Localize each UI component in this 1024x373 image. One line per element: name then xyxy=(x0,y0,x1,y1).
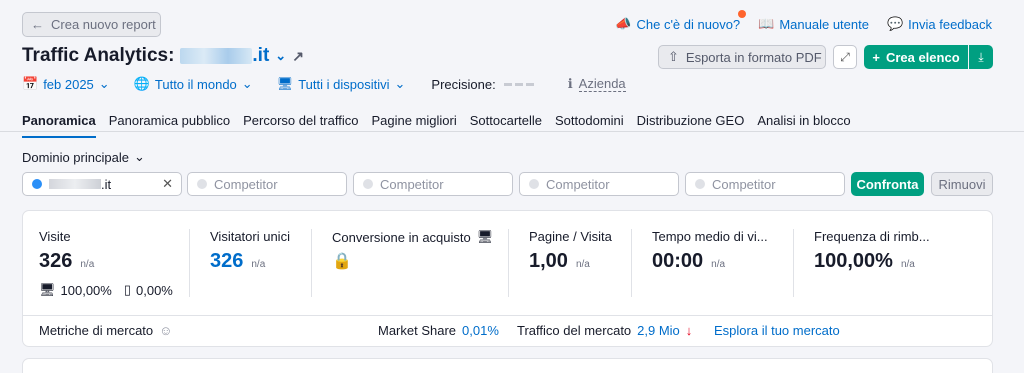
remove-button[interactable]: Rimuovi xyxy=(931,172,993,196)
competitor-input[interactable]: Competitor xyxy=(187,172,347,196)
external-link-icon[interactable]: ↗ xyxy=(292,48,304,65)
redacted-domain xyxy=(49,179,101,189)
back-button[interactable]: ← Crea nuovo report xyxy=(22,12,161,37)
domain-type-select[interactable]: Dominio principale ⌄ xyxy=(22,149,145,165)
company-filter[interactable]: ℹ Azienda xyxy=(568,76,626,92)
arrow-down-icon: ↓ xyxy=(685,323,693,338)
divider xyxy=(189,229,190,297)
redacted-domain xyxy=(180,48,253,64)
devices-filter[interactable]: 🖥 Tutti i dispositivi ⌄ xyxy=(277,76,406,92)
devices-icon: 🖥 xyxy=(276,76,294,91)
expand-button[interactable]: ⤢ xyxy=(833,45,857,69)
divider xyxy=(311,229,312,297)
back-label: Crea nuovo report xyxy=(51,17,156,32)
competitor-input[interactable]: Competitor xyxy=(353,172,513,196)
book-icon: 📖 xyxy=(758,16,775,31)
main-domain-input[interactable]: .it ✕ xyxy=(22,172,182,196)
precision-indicator: Precisione: xyxy=(431,77,534,92)
metric-visits: Visite 326 n/a 🖥 100,00% ▯ 0,00% xyxy=(39,229,173,298)
mobile-icon: ▯ xyxy=(123,282,131,297)
metric-pages-per-visit: Pagine / Visita 1,00 n/a xyxy=(529,229,612,272)
explore-market-link[interactable]: Esplora il tuo mercato xyxy=(714,323,840,338)
tab-distribuzione-geo[interactable]: Distribuzione GEO xyxy=(637,113,745,138)
metric-conversion: Conversione in acquisto 🖥 🔒 xyxy=(332,229,494,270)
arrow-left-icon: ← xyxy=(31,17,44,32)
chevron-down-icon: ⌄ xyxy=(394,76,406,91)
competitor-input[interactable]: Competitor xyxy=(685,172,845,196)
chevron-down-icon: ⌄ xyxy=(133,149,145,164)
download-icon: ⤓ xyxy=(978,49,984,64)
color-dot xyxy=(32,179,42,189)
expand-icon: ⤢ xyxy=(840,49,850,64)
market-metrics-label: Metriche di mercato ☺ xyxy=(39,323,173,338)
divider xyxy=(23,315,992,316)
export-pdf-button[interactable]: ⇧ Esporta in formato PDF xyxy=(658,45,826,69)
desktop-icon: 🖥 xyxy=(39,282,56,297)
manual-link[interactable]: 📖 Manuale utente xyxy=(758,16,869,32)
tab-sottodomini[interactable]: Sottodomini xyxy=(555,113,624,138)
divider xyxy=(793,229,794,297)
info-icon: ℹ xyxy=(567,76,573,91)
chevron-down-icon: ⌄ xyxy=(98,76,110,91)
color-dot xyxy=(197,179,207,189)
page-title: Traffic Analytics: .it ⌄ ↗ xyxy=(22,45,304,66)
metrics-card: Visite 326 n/a 🖥 100,00% ▯ 0,00% Visitatori… xyxy=(22,210,993,347)
metric-avg-time: Tempo medio di vi... 00:00 n/a xyxy=(652,229,768,272)
color-dot xyxy=(363,179,373,189)
tab-pagine-migliori[interactable]: Pagine migliori xyxy=(371,113,456,138)
plus-icon: + xyxy=(872,49,880,65)
calendar-icon: 📅 xyxy=(22,76,39,91)
chat-icon: 💬 xyxy=(886,16,904,31)
precision-bar xyxy=(503,82,534,86)
feedback-link[interactable]: 💬 Invia feedback xyxy=(887,16,992,32)
color-dot xyxy=(529,179,539,189)
metric-unique-visitors: Visitatori unici 326 n/a xyxy=(210,229,290,272)
next-section-card xyxy=(22,358,993,373)
notification-dot xyxy=(738,10,747,18)
create-list-button[interactable]: + Crea elenco xyxy=(864,45,968,69)
color-dot xyxy=(695,179,705,189)
tab-analisi-blocco[interactable]: Analisi in blocco xyxy=(757,113,850,138)
whats-new-link[interactable]: 📣 Che c'è di nuovo? xyxy=(615,10,747,32)
chevron-down-icon: ⌄ xyxy=(241,76,253,91)
market-share: Market Share 0,01% xyxy=(378,323,499,338)
download-button[interactable]: ⤓ xyxy=(969,45,993,69)
tab-divider xyxy=(0,131,1024,132)
desktop-icon: 🖥 xyxy=(476,229,494,244)
top-links: 📣 Che c'è di nuovo? 📖 Manuale utente 💬 I… xyxy=(615,10,992,32)
filter-bar: 📅 feb 2025 ⌄ 🌐 Tutto il mondo ⌄ 🖥 Tutti … xyxy=(22,76,626,92)
market-traffic: Traffico del mercato 2,9 Mio ↓ xyxy=(517,323,693,338)
lock-icon: 🔒 xyxy=(332,253,352,270)
close-icon[interactable]: ✕ xyxy=(162,176,173,192)
compare-button[interactable]: Confronta xyxy=(851,172,924,196)
globe-icon: 🌐 xyxy=(133,76,150,91)
competitor-input[interactable]: Competitor xyxy=(519,172,679,196)
tab-panoramica[interactable]: Panoramica xyxy=(22,113,96,138)
divider xyxy=(631,229,632,297)
megaphone-icon: 📣 xyxy=(615,16,632,31)
tab-panoramica-pubblico[interactable]: Panoramica pubblico xyxy=(109,113,230,138)
chevron-down-icon[interactable]: ⌄ xyxy=(275,48,286,64)
smile-icon: ☺ xyxy=(159,323,173,338)
date-filter[interactable]: 📅 feb 2025 ⌄ xyxy=(22,76,110,92)
tab-bar: Panoramica Panoramica pubblico Percorso … xyxy=(22,113,864,138)
tab-percorso-traffico[interactable]: Percorso del traffico xyxy=(243,113,358,138)
divider xyxy=(508,229,509,297)
region-filter[interactable]: 🌐 Tutto il mondo ⌄ xyxy=(134,76,253,92)
tab-sottocartelle[interactable]: Sottocartelle xyxy=(470,113,542,138)
metric-bounce-rate: Frequenza di rimb... 100,00% n/a xyxy=(814,229,930,272)
upload-icon: ⇧ xyxy=(668,49,679,64)
